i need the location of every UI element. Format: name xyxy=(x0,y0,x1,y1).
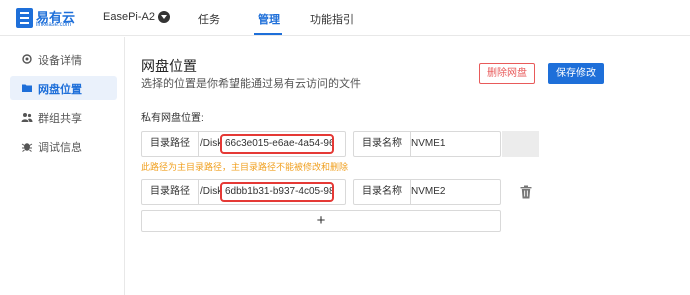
directory-path-key: 目录路径 xyxy=(142,132,199,156)
folder-icon xyxy=(22,84,32,92)
directory-name-value: NVME1 xyxy=(411,138,446,149)
private-location-label: 私有网盘位置: xyxy=(141,113,204,124)
sidebar-item-cloud-location[interactable]: 网盘位置 xyxy=(10,76,117,100)
highlighted-path-id: 6dbb1b31-b937-4c05-98c xyxy=(220,182,334,202)
sidebar-item-label: 网盘位置 xyxy=(38,84,82,96)
directory-path-id: 66c3e015-e6ae-4a54-96a xyxy=(225,138,332,149)
delete-drive-button[interactable]: 删除网盘 xyxy=(479,63,535,84)
directory-name-field[interactable]: 目录名称 NVME1 xyxy=(353,131,501,157)
sidebar-item-debug-info[interactable]: 调试信息 xyxy=(10,134,117,158)
device-selector-label[interactable]: EasePi-A2 xyxy=(103,11,155,23)
top-bar: 易有云 linkease.com EasePi-A2 任务 管理 功能指引 xyxy=(0,0,690,36)
sidebar-item-label: 设备详情 xyxy=(38,55,82,67)
nav-manage[interactable]: 管理 xyxy=(258,11,280,27)
page-subtitle: 选择的位置是你希望能通过易有云访问的文件 xyxy=(141,78,361,90)
directory-name-field[interactable]: 目录名称 NVME2 xyxy=(353,179,501,205)
highlighted-path-id: 66c3e015-e6ae-4a54-96a xyxy=(220,134,334,154)
disabled-delete-area xyxy=(502,131,539,157)
trash-icon[interactable] xyxy=(520,185,532,199)
bug-icon xyxy=(21,143,33,152)
sidebar-item-label: 群组共享 xyxy=(38,113,82,125)
directory-path-prefix: /Disk xyxy=(200,138,222,149)
nav-guide[interactable]: 功能指引 xyxy=(310,11,354,27)
directory-path-id: 6dbb1b31-b937-4c05-98c xyxy=(225,186,332,197)
sidebar-item-label: 调试信息 xyxy=(38,142,82,154)
main-path-warning: 此路径为主目录路径，主目录路径不能被修改和删除 xyxy=(141,162,349,172)
directory-path-key: 目录路径 xyxy=(142,180,199,204)
group-icon xyxy=(21,113,33,122)
add-location-button[interactable]: + xyxy=(141,210,501,232)
nav-tasks[interactable]: 任务 xyxy=(198,11,220,27)
logo[interactable]: 易有云 linkease.com xyxy=(16,7,88,31)
sidebar: 设备详情 网盘位置 群组共享 调试信息 xyxy=(0,37,125,295)
page-title: 网盘位置 xyxy=(141,58,197,74)
sidebar-item-device-details[interactable]: 设备详情 xyxy=(10,47,117,71)
logo-icon xyxy=(16,8,33,28)
sidebar-item-group-share[interactable]: 群组共享 xyxy=(10,105,117,129)
save-changes-button[interactable]: 保存修改 xyxy=(548,63,604,84)
nav-active-indicator xyxy=(254,33,282,35)
directory-name-key: 目录名称 xyxy=(354,180,411,204)
logo-subtitle: linkease.com xyxy=(36,22,72,28)
chevron-down-icon[interactable] xyxy=(158,11,170,23)
directory-name-key: 目录名称 xyxy=(354,132,411,156)
directory-name-value: NVME2 xyxy=(411,186,446,197)
directory-path-prefix: /Disk xyxy=(200,186,222,197)
settings-icon xyxy=(22,54,32,64)
